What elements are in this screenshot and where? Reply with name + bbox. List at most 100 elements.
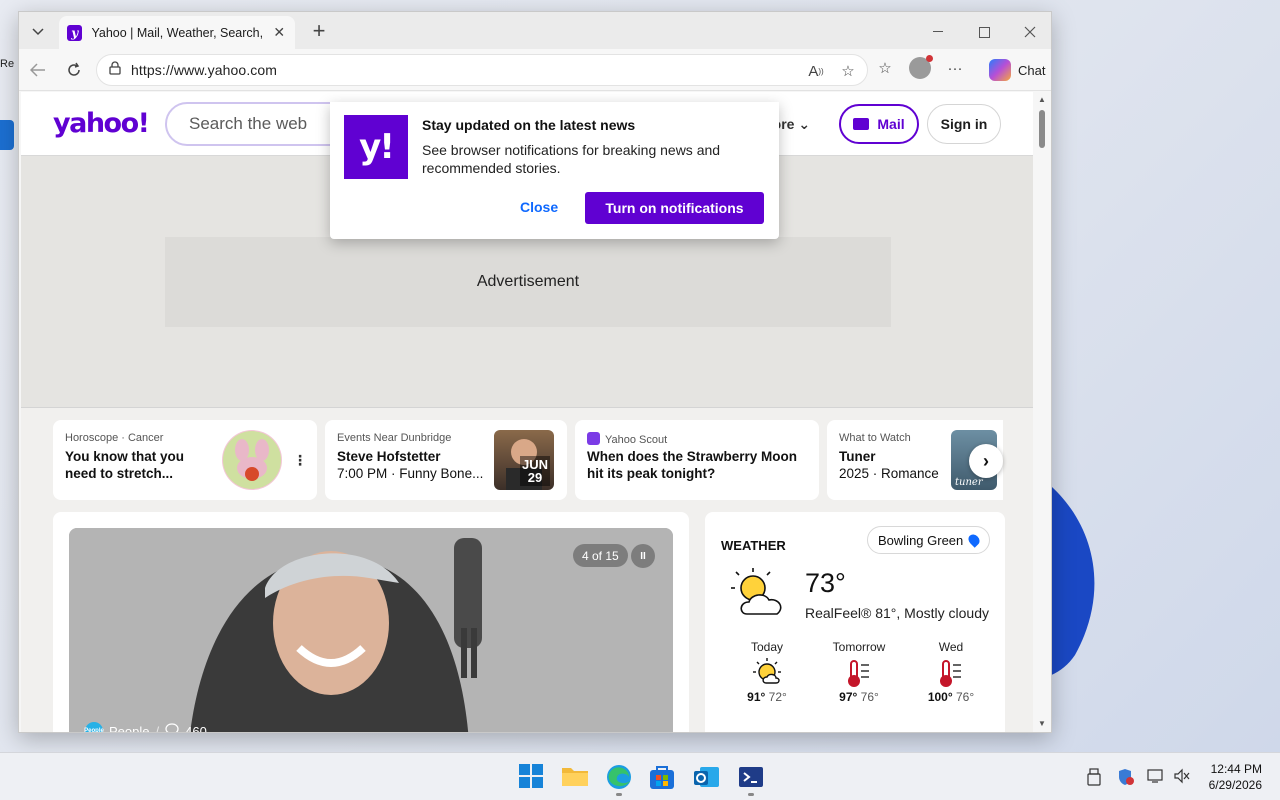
store-icon[interactable] xyxy=(648,763,676,791)
yahoo-logo[interactable]: yahoo! xyxy=(53,108,150,139)
settings-more-icon[interactable]: ··· xyxy=(944,57,966,79)
maximize-icon[interactable] xyxy=(961,18,1007,46)
address-bar[interactable]: https://www.yahoo.com A)) ☆ xyxy=(96,54,868,86)
yahoo-favicon-icon: y xyxy=(67,24,83,41)
start-windows-icon[interactable] xyxy=(518,763,546,791)
forecast-high: 97° xyxy=(839,690,858,704)
card-horoscope[interactable]: Horoscope · Cancer You know that you nee… xyxy=(53,420,317,500)
weather-location: Bowling Green xyxy=(878,532,964,548)
edge-browser-icon[interactable] xyxy=(605,763,633,791)
cancer-crab-illustration xyxy=(222,430,282,490)
favorites-icon[interactable]: ☆ xyxy=(874,57,896,79)
notification-close-button[interactable]: Close xyxy=(520,199,558,215)
address-url: https://www.yahoo.com xyxy=(131,62,278,78)
card-title: Tuner xyxy=(839,449,876,464)
advertisement[interactable]: Advertisement xyxy=(165,237,891,327)
card-kicker: Events Near Dunbridge xyxy=(337,432,452,444)
weather-card: WEATHER Bowling Green 73° RealFeel® 81°,… xyxy=(705,512,1005,732)
back-arrow-icon[interactable] xyxy=(25,57,51,83)
scroll-up-icon[interactable]: ▲ xyxy=(1038,96,1046,104)
terminal-icon[interactable] xyxy=(737,763,765,791)
forecast-high: 100° xyxy=(927,690,953,704)
card-title: When does the Strawberry Moon hit its pe… xyxy=(587,449,798,481)
lock-icon xyxy=(109,60,121,80)
kebab-menu-icon[interactable]: ⋮ xyxy=(293,452,307,469)
edge-running-indicator xyxy=(616,793,622,796)
card-kicker: Yahoo Scout xyxy=(587,432,667,446)
location-pin-icon xyxy=(966,532,983,548)
forecast-temps: 97° 76° xyxy=(813,690,905,704)
usb-device-icon[interactable] xyxy=(1086,768,1104,786)
mail-button[interactable]: Mail xyxy=(839,104,919,144)
card-title: Steve Hofstetter xyxy=(337,449,441,464)
close-window-icon[interactable] xyxy=(1007,18,1051,46)
refresh-icon[interactable] xyxy=(61,57,87,83)
forecast-wed[interactable]: Wed 100° 76° xyxy=(905,640,997,704)
trending-cards: Horoscope · Cancer You know that you nee… xyxy=(53,420,1013,500)
comment-icon xyxy=(165,723,179,732)
tab-strip: y Yahoo | Mail, Weather, Search, Politic… xyxy=(19,12,1051,49)
security-shield-icon[interactable] xyxy=(1117,768,1135,786)
forecast-low: 76° xyxy=(956,690,975,704)
card-event[interactable]: Events Near Dunbridge Steve Hofstetter 7… xyxy=(325,420,567,500)
forecast-label: Today xyxy=(750,640,784,654)
copilot-icon xyxy=(989,59,1011,81)
forecast-label: Wed xyxy=(938,640,964,654)
turn-on-notifications-button[interactable]: Turn on notifications xyxy=(585,192,764,224)
weather-title: WEATHER xyxy=(721,538,786,553)
profile-avatar-icon[interactable] xyxy=(909,55,933,79)
slide-counter: 4 of 15 xyxy=(573,544,628,567)
event-photo: JUN 29 xyxy=(494,430,554,490)
page-scrollbar[interactable]: ▲ ▼ xyxy=(1035,92,1049,732)
tab-actions-chevron-icon[interactable] xyxy=(25,20,51,44)
desktop-icon-recycle[interactable]: Re xyxy=(0,58,18,80)
scroll-down-icon[interactable]: ▼ xyxy=(1038,720,1046,728)
card-kicker: Horoscope · Cancer xyxy=(65,432,164,444)
new-tab-plus-icon[interactable]: + xyxy=(307,20,331,44)
favorite-star-icon[interactable]: ☆ xyxy=(837,60,859,82)
network-icon[interactable] xyxy=(1147,768,1165,786)
mostly-cloudy-icon xyxy=(727,566,791,627)
forecast-today[interactable]: Today 91° 72° xyxy=(721,640,813,704)
forecast-low: 72° xyxy=(768,690,787,704)
hero-photo: 4 of 15 II People People / 460 xyxy=(69,528,673,732)
mail-label: Mail xyxy=(877,116,905,132)
notification-body: See browser notifications for breaking n… xyxy=(422,142,721,176)
card-scout[interactable]: Yahoo Scout When does the Strawberry Moo… xyxy=(575,420,819,500)
next-arrow-icon[interactable]: › xyxy=(969,444,1003,478)
forecast-temps: 100° 76° xyxy=(905,690,997,704)
volume-muted-icon[interactable] xyxy=(1173,768,1191,786)
clock-time: 12:44 PM xyxy=(1210,762,1262,776)
system-clock[interactable]: 12:44 PM 6/29/2026 xyxy=(1209,761,1262,793)
outlook-icon[interactable] xyxy=(692,763,720,791)
meta-separator: / xyxy=(155,723,160,733)
tab-close-icon[interactable]: ✕ xyxy=(272,24,287,41)
card-subtitle: 7:00 PM · Funny Bone... xyxy=(337,466,484,481)
sign-in-button[interactable]: Sign in xyxy=(927,104,1001,144)
weather-location-button[interactable]: Bowling Green xyxy=(867,526,991,554)
scroll-thumb[interactable] xyxy=(1039,110,1045,148)
chevron-down-icon: ⌄ xyxy=(798,116,811,132)
pause-icon[interactable]: II xyxy=(631,544,655,568)
file-explorer-icon[interactable] xyxy=(561,763,589,791)
minimize-icon[interactable] xyxy=(915,18,961,46)
tab-title: Yahoo | Mail, Weather, Search, Politics,… xyxy=(91,25,265,40)
taskbar: 12:44 PM 6/29/2026 xyxy=(0,752,1280,800)
forecast-tomorrow[interactable]: Tomorrow 97° 76° xyxy=(813,640,905,704)
poster-title: tuner xyxy=(955,477,983,488)
yahoo-scout-icon xyxy=(587,432,600,445)
hero-meta: People People / 460 xyxy=(84,722,207,733)
comment-count[interactable]: 460 xyxy=(185,724,207,733)
browser-window: y Yahoo | Mail, Weather, Search, Politic… xyxy=(18,11,1052,733)
browser-toolbar: https://www.yahoo.com A)) ☆ ☆ ··· Chat xyxy=(19,49,1051,91)
read-aloud-icon[interactable]: A)) xyxy=(805,60,827,82)
date-badge-day: 29 xyxy=(527,470,543,485)
desktop-icon-edge[interactable] xyxy=(0,120,14,150)
notification-title: Stay updated on the latest news xyxy=(422,117,636,133)
copilot-chat-button[interactable]: Chat xyxy=(979,54,1051,86)
hero-card[interactable]: 4 of 15 II People People / 460 xyxy=(53,512,689,732)
tab-yahoo[interactable]: y Yahoo | Mail, Weather, Search, Politic… xyxy=(59,16,295,49)
notification-prompt: y! Stay updated on the latest news See b… xyxy=(330,102,779,239)
hero-source[interactable]: People xyxy=(109,724,149,733)
sun-cloud-icon xyxy=(721,654,813,690)
